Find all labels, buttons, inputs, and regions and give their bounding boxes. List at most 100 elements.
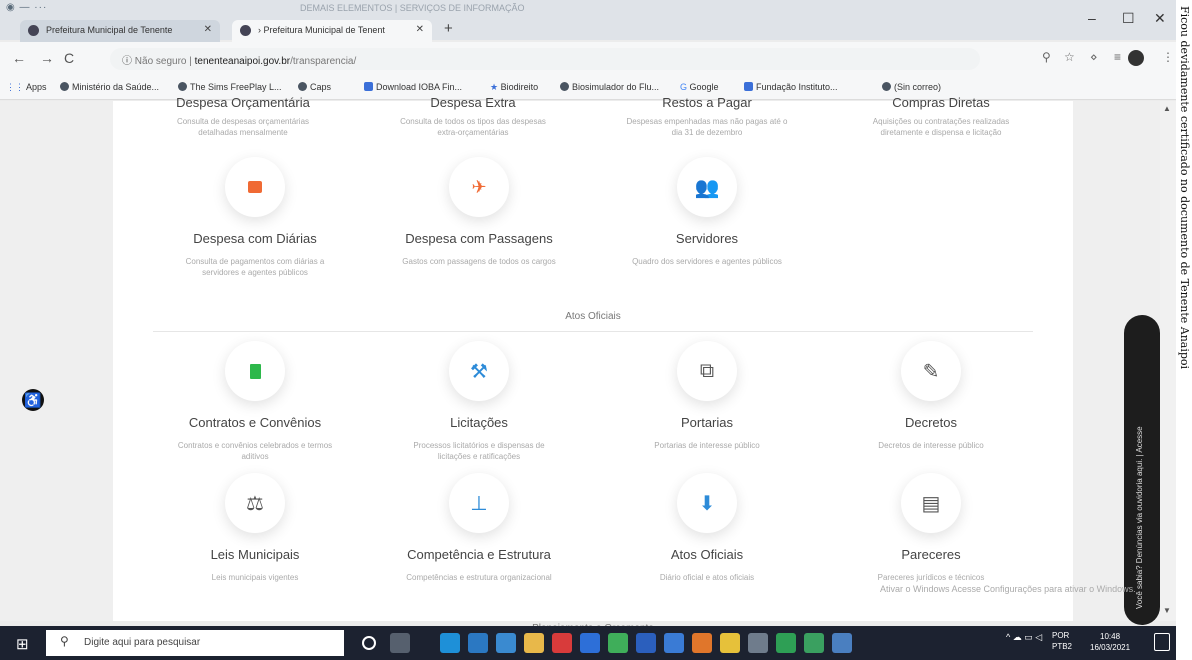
chrome-icon[interactable]: [580, 633, 600, 653]
download-icon: ⬇: [677, 473, 737, 533]
card-decretos[interactable]: ✎ Decretos Decretos de interesse público: [821, 341, 1041, 451]
mail-icon[interactable]: [496, 633, 516, 653]
card-despesa-passagens[interactable]: ✈ Despesa com Passagens Gastos com passa…: [369, 157, 589, 267]
favicon-icon: [28, 25, 39, 36]
reload-button[interactable]: C: [64, 50, 74, 66]
windows-start-icon[interactable]: ⊞: [16, 635, 29, 653]
apps-grid-icon: ⋮⋮: [6, 82, 27, 92]
card-desc: Aquisições ou contratações realizadas di…: [872, 117, 1010, 137]
new-tab-button[interactable]: +: [444, 20, 453, 37]
card-leis-municipais[interactable]: ⚖ Leis Municipais Leis municipais vigent…: [145, 473, 365, 583]
file-icon: ▤: [901, 473, 961, 533]
edge-icon[interactable]: [440, 633, 460, 653]
tray-icons[interactable]: ^ ☁ ▭ ◁: [1006, 632, 1042, 643]
profile-avatar[interactable]: [1128, 50, 1144, 66]
accessibility-icon[interactable]: ♿: [22, 389, 44, 411]
card-desc: Contratos e convênios celebrados e termo…: [177, 441, 333, 461]
scroll-down-icon[interactable]: ▼: [1163, 606, 1171, 615]
tab-1[interactable]: Prefeitura Municipal de Tenente ✕: [20, 20, 220, 42]
reading-list-icon[interactable]: ≡: [1114, 50, 1121, 64]
minimize-button[interactable]: –: [1088, 10, 1096, 26]
card-despesa-extra[interactable]: Despesa Extra Consulta de todos os tipos…: [363, 95, 583, 138]
card-title: Despesa Orçamentária: [176, 95, 310, 110]
bookmark-item[interactable]: The Sims FreePlay L...: [178, 82, 282, 92]
card-desc: Portarias de interesse público: [654, 441, 760, 450]
card-desc: Diário oficial e atos oficiais: [659, 573, 755, 582]
bookmark-item[interactable]: Caps: [298, 82, 331, 92]
tray-language[interactable]: POR PTB2: [1052, 630, 1072, 652]
card-portarias[interactable]: ⧉ Portarias Portarias de interesse públi…: [597, 341, 817, 451]
section-divider: [153, 331, 1033, 332]
taskbar-search[interactable]: ⚲ Digite aqui para pesquisar: [46, 630, 344, 656]
app-blue-icon[interactable]: [664, 633, 684, 653]
taskbar-clock[interactable]: 10:48 16/03/2021: [1090, 631, 1130, 653]
star-bookmark-icon: ★: [490, 82, 501, 92]
url-host: tenenteanaipoi.gov.br: [194, 56, 291, 67]
close-window-button[interactable]: ✕: [1154, 10, 1166, 27]
card-despesa-orcamentaria[interactable]: Despesa Orçamentária Consulta de despesa…: [133, 95, 353, 138]
card-despesa-diarias[interactable]: Despesa com Diárias Consulta de pagament…: [145, 157, 365, 278]
bookmark-item[interactable]: Download IOBA Fin...: [364, 82, 462, 92]
bookmark-item[interactable]: Ministério da Saúde...: [60, 82, 159, 92]
card-desc: Processos licitatórios e dispensas de li…: [413, 441, 545, 461]
app-gray-icon[interactable]: [748, 633, 768, 653]
star-icon[interactable]: ☆: [1064, 50, 1075, 64]
card-atos-oficiais[interactable]: ⬇ Atos Oficiais Diário oficial e atos of…: [597, 473, 817, 583]
close-tab-icon[interactable]: ✕: [204, 24, 212, 35]
close-tab-icon[interactable]: ✕: [416, 24, 424, 35]
card-contratos-convenios[interactable]: Contratos e Convênios Contratos e convên…: [145, 341, 365, 462]
app-greenish-icon[interactable]: [776, 633, 796, 653]
card-competencia-estrutura[interactable]: ⊥ Competência e Estrutura Competências e…: [369, 473, 589, 583]
security-label: Não seguro: [134, 56, 187, 67]
tab-strip: ◉ — ··· DEMAIS ELEMENTOS | SERVIÇOS DE I…: [0, 0, 1176, 42]
word-icon[interactable]: [636, 633, 656, 653]
url-input[interactable]: ⓘ Não seguro | tenenteanaipoi.gov.br/tra…: [110, 48, 980, 70]
app-leaf-icon[interactable]: [804, 633, 824, 653]
gavel-icon: ⚒: [449, 341, 509, 401]
page-viewport: Despesa Orçamentária Consulta de despesa…: [0, 95, 1176, 634]
tab-2[interactable]: › Prefeitura Municipal de Tenent ✕: [232, 20, 432, 42]
menu-icon[interactable]: ⋮: [1162, 50, 1174, 64]
card-licitacoes[interactable]: ⚒ Licitações Processos licitatórios e di…: [369, 341, 589, 462]
app-red-icon[interactable]: [552, 633, 572, 653]
card-title: Despesa Extra: [430, 95, 516, 110]
info-icon[interactable]: ⓘ: [122, 56, 132, 67]
card-servidores[interactable]: 👥 Servidores Quadro dos servidores e age…: [597, 157, 817, 267]
extension-icon[interactable]: ⋄: [1090, 50, 1098, 64]
bookmark-item[interactable]: Fundação Instituto...: [744, 82, 838, 92]
app-orange-icon[interactable]: [692, 633, 712, 653]
feedback-side-tab[interactable]: Você sabia? Denúncias via ouvidoria aqui…: [1124, 315, 1160, 625]
card-desc: Consulta de despesas orçamentárias detal…: [176, 117, 310, 137]
bookmark-item[interactable]: (Sin correo): [882, 82, 941, 92]
card-title: Atos Oficiais: [670, 547, 744, 562]
card-title: Licitações: [450, 415, 508, 430]
card-restos-a-pagar[interactable]: Restos a Pagar Despesas empenhadas mas n…: [597, 95, 817, 138]
card-desc: Leis municipais vigentes: [211, 573, 299, 582]
card-pareceres[interactable]: ▤ Pareceres Pareceres jurídicos e técnic…: [821, 473, 1041, 583]
transparency-content: Despesa Orçamentária Consulta de despesa…: [113, 95, 1073, 634]
bookmark-apps[interactable]: ⋮⋮ Apps: [6, 82, 47, 93]
app-window-icon[interactable]: [832, 633, 852, 653]
bookmark-item[interactable]: Biosimulador do Flu...: [560, 82, 659, 92]
zoom-icon[interactable]: ⚲: [1042, 50, 1051, 64]
scales-icon: ⚖: [225, 473, 285, 533]
scroll-up-icon[interactable]: ▲: [1163, 104, 1171, 113]
bookmark-item[interactable]: ★ Biodireito: [490, 82, 538, 93]
card-desc: Despesas empenhadas mas não pagas até o …: [626, 117, 788, 137]
scrollbar[interactable]: [1160, 101, 1176, 621]
forward-button[interactable]: →: [40, 50, 54, 66]
card-compras-diretas[interactable]: Compras Diretas Aquisições ou contrataçõ…: [831, 95, 1051, 138]
app-yellow-icon[interactable]: [720, 633, 740, 653]
notification-icon[interactable]: [1154, 633, 1170, 651]
explorer-icon[interactable]: [524, 633, 544, 653]
edit-icon: ✎: [901, 341, 961, 401]
search-icon: ⚲: [60, 634, 69, 648]
store-icon[interactable]: [468, 633, 488, 653]
task-view-icon[interactable]: [390, 633, 410, 653]
maximize-button[interactable]: ☐: [1122, 10, 1135, 27]
cortana-icon[interactable]: [362, 636, 376, 650]
bookmark-item[interactable]: G Google: [680, 82, 719, 92]
card-desc: Consulta de todos os tipos das despesas …: [400, 117, 546, 137]
back-button[interactable]: ←: [12, 50, 26, 66]
app-green-icon[interactable]: [608, 633, 628, 653]
